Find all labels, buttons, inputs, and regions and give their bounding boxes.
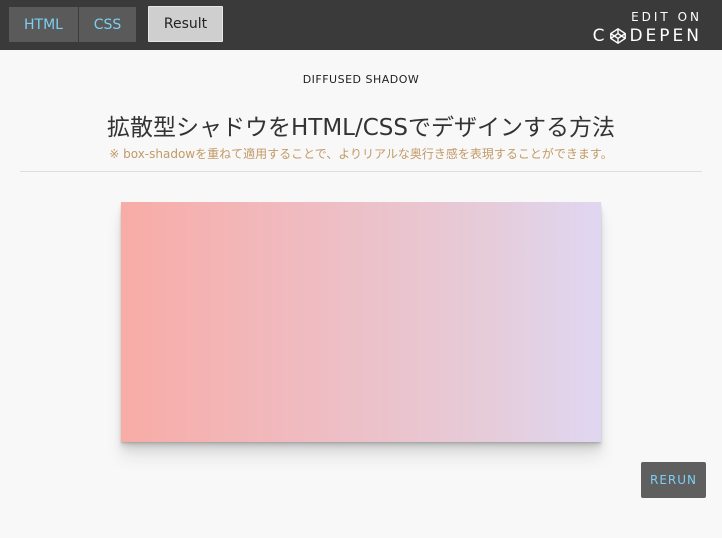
codepen-logo: C DEPEN [593,26,702,46]
codepen-suffix: DEPEN [629,26,702,46]
page-title: 拡散型シャドウをHTML/CSSでデザインする方法 [106,115,615,141]
edit-on-label: EDIT ON [631,10,702,24]
note-text: ※ box-shadowを重ねて適用することで、よりリアルな奥行き感を表現するこ… [109,147,613,161]
demo-subtitle: DIFFUSED SHADOW [302,73,420,86]
rerun-button[interactable]: RERUN [641,462,706,498]
codepen-prefix: C [592,26,608,46]
tab-result[interactable]: Result [148,6,223,42]
codepen-toolbar: HTML CSS Result EDIT ON C DEPEN [0,0,722,50]
diffused-shadow-card [121,202,601,442]
editor-tabs: HTML CSS [9,7,136,42]
divider [20,171,702,172]
codepen-cube-icon [610,28,627,44]
tab-html[interactable]: HTML [9,7,79,42]
tab-css[interactable]: CSS [79,7,136,42]
edit-on-codepen-link[interactable]: EDIT ON C DEPEN [592,8,702,46]
